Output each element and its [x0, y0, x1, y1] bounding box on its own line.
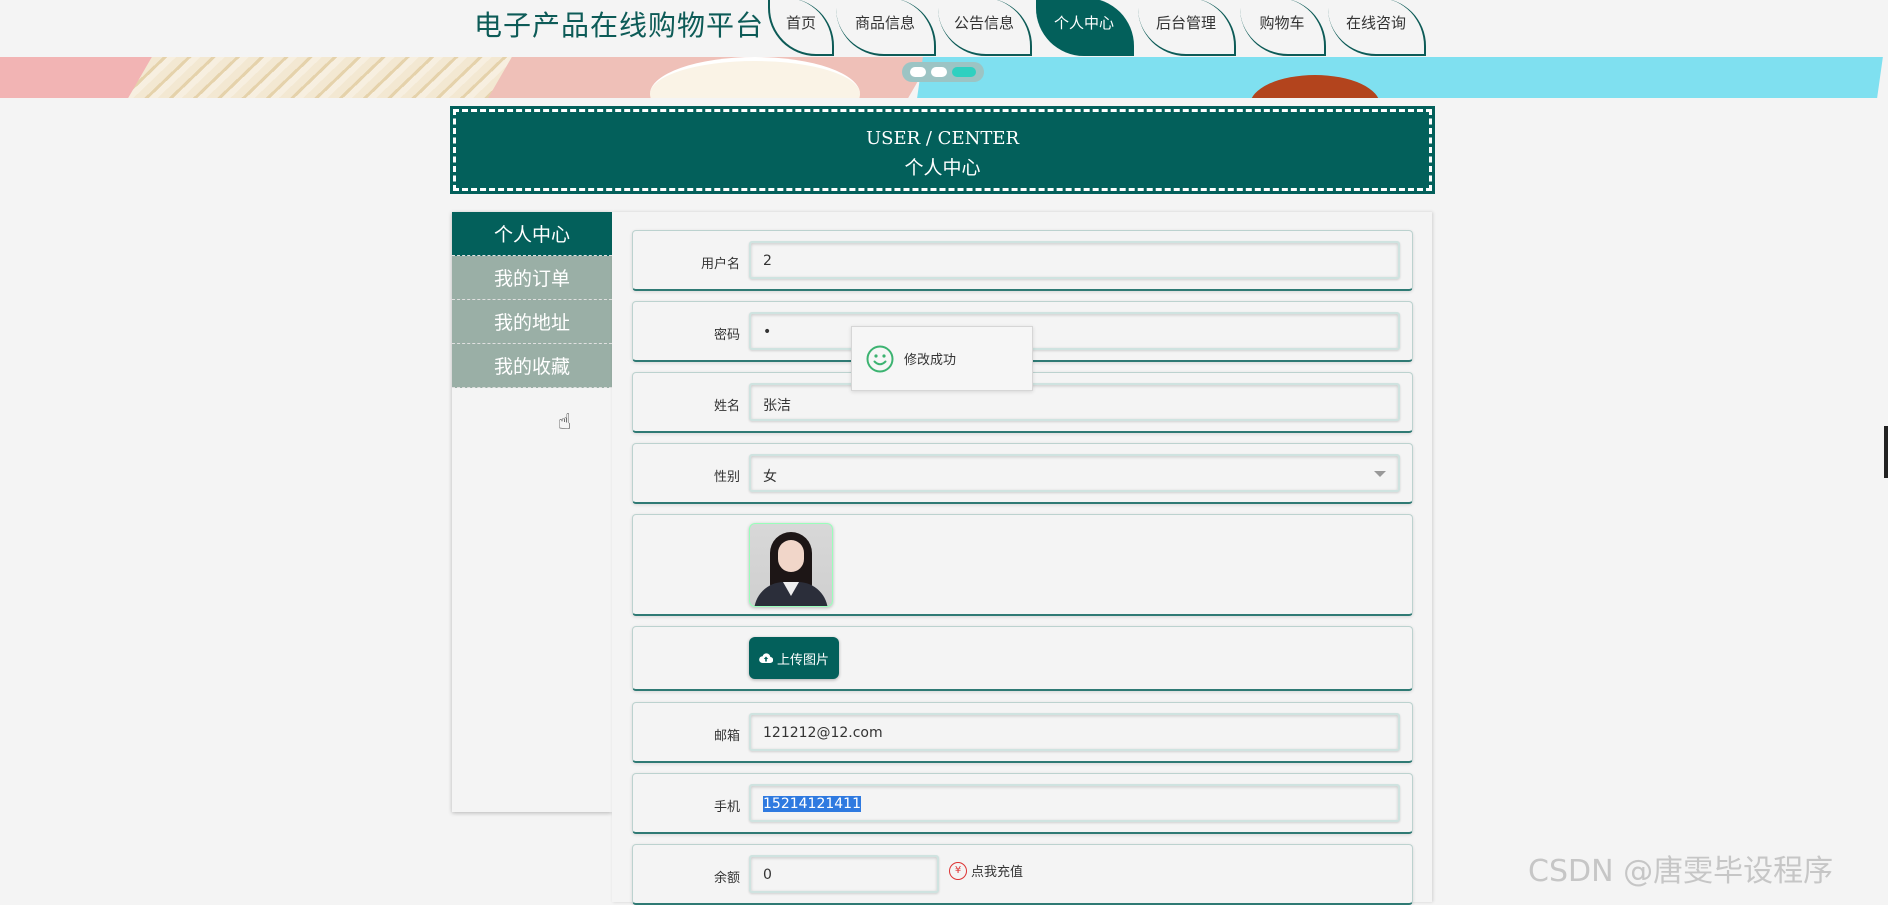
gender-value: 女	[763, 469, 777, 485]
user-center-heading: USER / CENTER 个人中心	[450, 106, 1435, 194]
recharge-link[interactable]: ¥ 点我充值	[949, 861, 1023, 880]
banner-shape	[917, 57, 1883, 98]
nav-announcements[interactable]: 公告信息	[938, 0, 1032, 56]
username-label: 用户名	[700, 257, 740, 272]
form-row-email: 邮箱 121212@12.com	[632, 702, 1413, 763]
carousel-indicators	[902, 62, 984, 82]
user-sidebar: 个人中心 我的订单 我的地址 我的收藏	[452, 212, 612, 812]
gender-select[interactable]: 女	[749, 454, 1400, 492]
form-row-phone: 手机 15214121411	[632, 773, 1413, 834]
nav-products[interactable]: 商品信息	[836, 0, 936, 56]
gender-label: 性别	[713, 470, 740, 485]
carousel-dot[interactable]	[931, 67, 947, 77]
carousel-dot-active[interactable]	[952, 67, 976, 77]
form-row-gender: 性别 女	[632, 443, 1413, 504]
nav-cart[interactable]: 购物车	[1240, 0, 1326, 56]
site-title: 电子产品在线购物平台	[474, 9, 765, 42]
nav-admin[interactable]: 后台管理	[1138, 0, 1236, 56]
hand-cursor-icon: ☝	[558, 410, 572, 435]
password-input[interactable]: •	[749, 312, 1400, 350]
email-label: 邮箱	[713, 729, 740, 744]
profile-form: 用户名 2 密码 • 姓名 张洁 性别 女 上传图片 邮箱 121212@12.…	[612, 212, 1432, 905]
sidebar-item-orders[interactable]: 我的订单	[452, 256, 612, 300]
balance-input[interactable]: 0	[749, 855, 939, 893]
csdn-watermark: CSDN @唐雯毕设程序	[1528, 854, 1834, 889]
heading-en: USER / CENTER	[865, 128, 1020, 149]
toast-message: 修改成功	[904, 353, 957, 368]
form-row-upload: 上传图片	[632, 626, 1413, 691]
nav-consult[interactable]: 在线咨询	[1328, 0, 1426, 56]
cloud-upload-icon	[759, 653, 773, 664]
success-toast: 修改成功	[851, 326, 1033, 391]
phone-input[interactable]: 15214121411	[749, 784, 1400, 822]
phone-value-selected: 15214121411	[763, 796, 861, 812]
carousel-dot[interactable]	[910, 67, 926, 77]
form-row-avatar	[632, 514, 1413, 616]
recharge-label: 点我充值	[971, 865, 1024, 880]
form-row-balance: 余额 0 ¥ 点我充值	[632, 844, 1413, 905]
sidebar-item-user-center[interactable]: 个人中心	[452, 212, 612, 256]
sidebar-item-favorites[interactable]: 我的收藏	[452, 344, 612, 388]
nav-user-center[interactable]: 个人中心	[1036, 0, 1134, 56]
email-input[interactable]: 121212@12.com	[749, 713, 1400, 751]
name-input[interactable]: 张洁	[749, 383, 1400, 421]
username-input[interactable]: 2	[749, 241, 1400, 279]
smile-icon	[866, 345, 894, 372]
avatar-image	[749, 523, 833, 607]
balance-label: 余额	[713, 871, 740, 886]
upload-image-button[interactable]: 上传图片	[749, 637, 840, 679]
heading-cn: 个人中心	[904, 157, 981, 179]
password-label: 密码	[713, 328, 740, 343]
upload-image-label: 上传图片	[777, 652, 830, 668]
top-bar: 电子产品在线购物平台 首页 商品信息 公告信息 个人中心 后台管理 购物车 在线…	[0, 0, 1888, 57]
nav-home[interactable]: 首页	[768, 0, 834, 56]
name-label: 姓名	[713, 399, 740, 414]
chevron-down-icon	[1374, 471, 1386, 477]
form-row-username: 用户名 2	[632, 230, 1413, 291]
sidebar-item-address[interactable]: 我的地址	[452, 300, 612, 344]
phone-label: 手机	[713, 800, 740, 815]
scrollbar-thumb[interactable]	[1884, 426, 1888, 478]
yen-icon: ¥	[949, 861, 967, 880]
